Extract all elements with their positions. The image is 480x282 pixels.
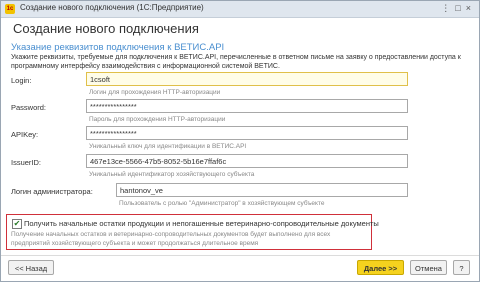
- login-hint: Логин для прохождения HTTP-авторизации: [89, 89, 221, 96]
- window-title: Создание нового подключения (1С:Предприя…: [20, 3, 204, 12]
- next-button[interactable]: Далее >>: [357, 260, 404, 275]
- window-controls: ⋮□×: [441, 3, 476, 14]
- back-button[interactable]: << Назад: [8, 260, 54, 275]
- dialog-window: 1c Создание нового подключения (1С:Предп…: [0, 0, 480, 282]
- footer-divider: [1, 255, 479, 256]
- admin-login-field[interactable]: hantonov_ve: [116, 183, 408, 197]
- issuerid-hint: Уникальный идентификатор хозяйствующего …: [89, 171, 255, 178]
- initial-balances-label[interactable]: Получить начальные остатки продукции и н…: [24, 219, 379, 228]
- apikey-hint: Уникальный ключ для идентификации в ВЕТИ…: [89, 143, 247, 150]
- issuerid-label: IssuerID:: [11, 158, 42, 167]
- issuerid-field[interactable]: 467e13ce-5566-47b5-8052-5b16e7ffaf6c: [86, 154, 408, 168]
- admin-login-hint: Пользователь с ролью "Администратор" в х…: [119, 200, 325, 207]
- page-title: Создание нового подключения: [13, 21, 199, 36]
- admin-login-label: Логин администратора:: [11, 187, 93, 196]
- close-icon[interactable]: ×: [466, 3, 476, 13]
- help-button[interactable]: ?: [453, 260, 470, 275]
- app-1c-icon: 1c: [5, 4, 15, 14]
- description-text: Укажите реквизиты, требуемые для подключ…: [11, 54, 461, 70]
- initial-balances-hint: Получение начальных остатков и ветеринар…: [11, 231, 331, 247]
- section-title: Указание реквизитов подключения к ВЕТИС.…: [11, 42, 225, 53]
- login-label: Login:: [11, 76, 32, 85]
- password-label: Password:: [11, 103, 47, 112]
- apikey-label: APIKey:: [11, 130, 39, 139]
- apikey-field[interactable]: ****************: [86, 126, 408, 140]
- password-hint: Пароль для прохождения HTTP-авторизации: [89, 116, 226, 123]
- maximize-icon[interactable]: □: [455, 3, 465, 13]
- initial-balances-checkbox[interactable]: ✔: [12, 219, 22, 229]
- more-icon[interactable]: ⋮: [441, 3, 455, 13]
- password-field[interactable]: ****************: [86, 99, 408, 113]
- title-bar: 1c Создание нового подключения (1С:Предп…: [1, 1, 479, 18]
- cancel-button[interactable]: Отмена: [410, 260, 447, 275]
- login-field[interactable]: 1csoft: [86, 72, 408, 86]
